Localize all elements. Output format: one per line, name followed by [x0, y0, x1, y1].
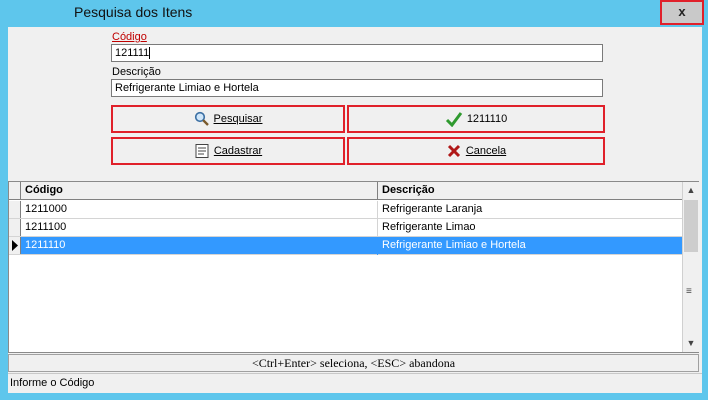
column-separator[interactable] [377, 182, 378, 200]
table-row[interactable]: 1211100 Refrigerante Limao [9, 219, 682, 237]
scroll-thumb[interactable] [684, 200, 698, 252]
checkmark-icon [445, 112, 463, 127]
scroll-up-icon[interactable]: ▲ [683, 182, 699, 199]
close-icon: x [678, 4, 686, 19]
form-icon [195, 144, 209, 158]
cell-codigo: 1211110 [25, 239, 66, 251]
column-header-codigo[interactable]: Código [25, 184, 63, 196]
column-header-descricao[interactable]: Descrição [382, 184, 435, 196]
cell-separator [377, 237, 378, 255]
descricao-value: Refrigerante Limiao e Hortela [115, 82, 259, 94]
cell-codigo: 1211000 [25, 203, 68, 215]
descricao-label: Descrição [112, 66, 161, 78]
close-button[interactable]: x [660, 0, 704, 25]
ok-label: 1211110 [466, 113, 508, 125]
cell-descricao: Refrigerante Limiao e Hortela [382, 239, 526, 251]
current-row-arrow-icon [12, 240, 18, 251]
shortcut-hint: <Ctrl+Enter> seleciona, <ESC> abandona [8, 354, 699, 372]
dialog-window: Pesquisa dos Itens x Código 121111 Descr… [0, 0, 708, 400]
pesquisar-button[interactable]: Pesquisar [111, 105, 345, 133]
row-indicator [9, 201, 21, 218]
cadastrar-label: Cadastrar [213, 145, 263, 157]
codigo-value: 121111 [115, 47, 150, 59]
pesquisar-label: Pesquisar [213, 113, 263, 125]
cell-codigo: 1211100 [25, 221, 67, 233]
cell-separator [377, 201, 378, 219]
cell-descricao: Refrigerante Laranja [382, 203, 483, 215]
ok-button[interactable]: 1211110 [347, 105, 605, 133]
cell-separator [377, 219, 378, 237]
cancela-button[interactable]: Cancela [347, 137, 605, 165]
results-grid[interactable]: Código Descrição 1211000 Refrigerante La… [8, 181, 699, 353]
table-row[interactable]: 1211000 Refrigerante Laranja [9, 201, 682, 219]
codigo-input[interactable]: 121111 [111, 44, 603, 62]
cell-descricao: Refrigerante Limao [382, 221, 476, 233]
indicator-column-header [9, 182, 21, 199]
table-row-selected[interactable]: 1211110 Refrigerante Limiao e Hortela [9, 237, 682, 255]
status-bar: Informe o Código [8, 373, 702, 393]
dialog-client: Código 121111 Descrição Refrigerante Lim… [8, 27, 702, 393]
cadastrar-button[interactable]: Cadastrar [111, 137, 345, 165]
vertical-scrollbar[interactable]: ▲ ≡ ▼ [682, 182, 699, 352]
window-title: Pesquisa dos Itens [74, 4, 193, 20]
x-icon [447, 144, 460, 158]
row-indicator [9, 219, 21, 236]
magnifier-icon [194, 111, 209, 126]
cancela-label: Cancela [465, 145, 507, 157]
grid-header: Código Descrição [9, 182, 682, 200]
scroll-grip-icon: ≡ [686, 286, 692, 297]
descricao-input[interactable]: Refrigerante Limiao e Hortela [111, 79, 603, 97]
row-indicator [9, 237, 21, 254]
scroll-down-icon[interactable]: ▼ [683, 335, 699, 352]
status-text: Informe o Código [10, 377, 95, 389]
text-caret [149, 47, 151, 60]
title-bar[interactable]: Pesquisa dos Itens x [0, 0, 708, 27]
codigo-label: Código [112, 31, 147, 43]
